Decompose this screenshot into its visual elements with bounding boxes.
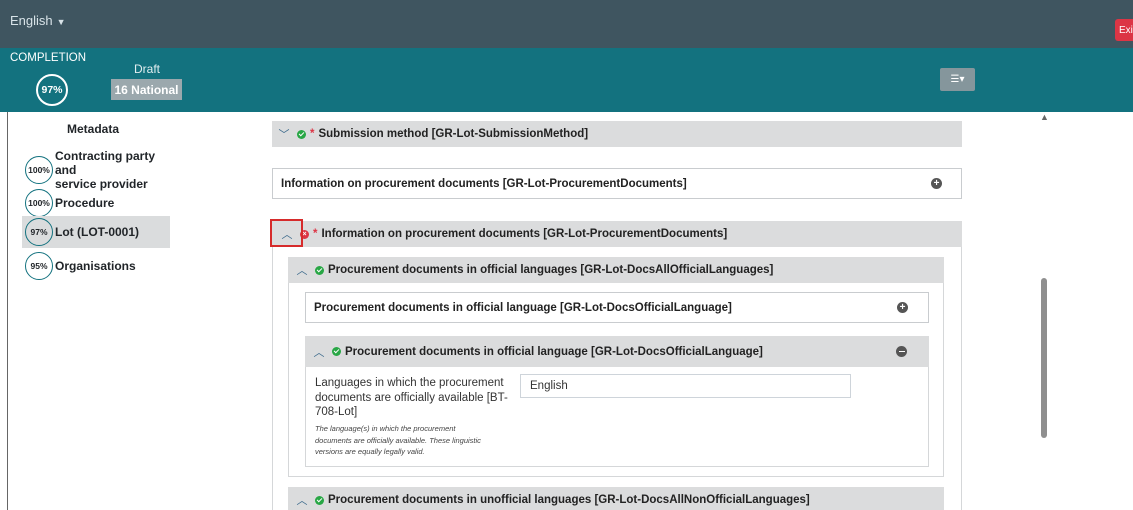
sidebar-item-organisations[interactable]: 95% Organisations bbox=[25, 251, 173, 281]
caret-down-icon: ▼ bbox=[56, 17, 66, 27]
section-title: Information on procurement documents [GR… bbox=[281, 177, 687, 190]
field-help-line: versions are equally legally valid. bbox=[315, 447, 425, 456]
subsection-official-language-add[interactable]: Procurement documents in official langua… bbox=[305, 292, 929, 323]
chevron-up-icon[interactable]: ︿ bbox=[309, 344, 329, 360]
scroll-up-icon[interactable]: ▲ bbox=[1040, 112, 1049, 122]
sidebar: Metadata 100% Contracting party and serv… bbox=[8, 112, 245, 510]
section-title: Procurement documents in official langua… bbox=[328, 264, 774, 276]
subsection-official-language[interactable]: ︿ Procurement documents in official lang… bbox=[305, 336, 929, 367]
field-label-line: documents are officially available [BT- bbox=[315, 391, 508, 404]
scrollbar-thumb[interactable] bbox=[1041, 278, 1047, 438]
progress-circle: 97% bbox=[25, 218, 53, 246]
sidebar-item-contracting-party[interactable]: 100% Contracting party and service provi… bbox=[25, 149, 173, 191]
chevron-down-icon[interactable]: ﹀ bbox=[274, 126, 294, 142]
section-title: Procurement documents in official langua… bbox=[345, 345, 763, 358]
check-icon bbox=[332, 347, 341, 356]
section-title: Procurement documents in unofficial lang… bbox=[328, 494, 810, 506]
chevron-up-icon[interactable]: ︿ bbox=[292, 262, 312, 278]
draft-status: Draft bbox=[134, 62, 161, 76]
section-submission-method[interactable]: ﹀ * Submission method [GR-Lot-Submission… bbox=[272, 121, 962, 147]
field-label-line: 708-Lot] bbox=[315, 406, 358, 418]
sidebar-item-label: Organisations bbox=[55, 259, 136, 273]
sidebar-item-metadata[interactable]: Metadata bbox=[67, 122, 119, 136]
sidebar-item-label: Contracting party and bbox=[55, 149, 156, 177]
field-help-text: The language(s) in which the procurement… bbox=[315, 423, 481, 458]
sidebar-item-label: Procedure bbox=[55, 196, 115, 210]
exit-button[interactable]: Exit bbox=[1115, 19, 1133, 41]
field-help-line: The language(s) in which the procurement bbox=[315, 424, 456, 433]
progress-circle: 95% bbox=[25, 252, 53, 280]
check-icon bbox=[297, 129, 306, 139]
scrollbar[interactable]: ▲ bbox=[1037, 112, 1051, 510]
sidebar-item-procedure[interactable]: 100% Procedure bbox=[25, 188, 173, 218]
field-label: Languages in which the procurement docum… bbox=[315, 376, 508, 420]
language-selector[interactable]: English ▼ bbox=[10, 13, 66, 28]
language-field[interactable]: English bbox=[520, 374, 851, 398]
section-procurement-documents-add[interactable]: Information on procurement documents [GR… bbox=[272, 168, 962, 199]
chevron-up-icon[interactable]: ︿ bbox=[292, 492, 312, 508]
top-bar: English▼ Exit bbox=[0, 0, 1133, 48]
main-content: ﹀ * Submission method [GR-Lot-Submission… bbox=[245, 112, 1037, 510]
sliders-icon: ☰▾ bbox=[950, 74, 965, 85]
section-procurement-documents[interactable]: ︿ × * Information on procurement document… bbox=[272, 221, 962, 247]
required-marker: * bbox=[310, 128, 315, 140]
remove-icon[interactable] bbox=[896, 346, 907, 357]
filter-button[interactable]: ☰▾ bbox=[940, 68, 975, 91]
section-title: Information on procurement documents [GR… bbox=[321, 228, 728, 240]
required-marker: * bbox=[313, 228, 318, 240]
check-icon bbox=[315, 495, 324, 505]
language-label: English bbox=[10, 13, 53, 28]
completion-label: COMPLETION bbox=[10, 52, 87, 64]
highlight-box bbox=[270, 219, 303, 247]
completion-percent: 97% bbox=[36, 74, 68, 106]
progress-circle: 100% bbox=[25, 156, 53, 184]
sidebar-item-label: Lot (LOT-0001) bbox=[55, 225, 140, 239]
completion-bar: COMPLETION 97% Draft 16 National ☰▾ bbox=[0, 48, 1133, 112]
subsection-unofficial-languages[interactable]: ︿ Procurement documents in unofficial la… bbox=[288, 487, 944, 510]
section-title: Procurement documents in official langua… bbox=[314, 301, 732, 314]
notice-type-badge: 16 National bbox=[111, 79, 182, 100]
add-icon[interactable]: + bbox=[897, 302, 908, 313]
field-label-line: Languages in which the procurement bbox=[315, 377, 504, 389]
add-icon[interactable]: + bbox=[931, 178, 942, 189]
check-icon bbox=[315, 265, 324, 275]
progress-circle: 100% bbox=[25, 189, 53, 217]
sidebar-item-lot[interactable]: 97% Lot (LOT-0001) bbox=[22, 216, 170, 248]
field-help-line: documents are officially available. Thes… bbox=[315, 435, 481, 445]
section-title: Submission method [GR-Lot-SubmissionMeth… bbox=[318, 128, 589, 140]
subsection-official-languages[interactable]: ︿ Procurement documents in official lang… bbox=[288, 257, 944, 283]
